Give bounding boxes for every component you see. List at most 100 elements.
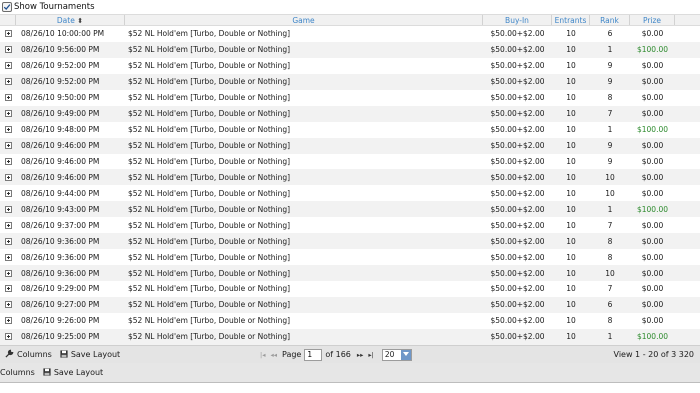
row-expander[interactable] — [0, 173, 16, 181]
save-layout-button[interactable]: Save Layout — [71, 350, 120, 359]
expand-plus-icon[interactable] — [5, 285, 12, 293]
cell-entrants: 10 — [566, 236, 576, 246]
cell-game: $52 NL Hold'em [Turbo, Double or Nothing… — [128, 61, 291, 71]
cell-date: 08/26/10 9:52:00 PM — [21, 61, 100, 71]
row-expander[interactable] — [0, 126, 16, 134]
table-row[interactable]: 08/26/10 9:36:00 PM $52 NL Hold'em [Turbo… — [0, 249, 700, 265]
expand-plus-icon[interactable] — [5, 269, 12, 277]
table-row[interactable]: 08/26/10 9:27:00 PM $52 NL Hold'em [Turbo… — [0, 296, 700, 313]
column-header-game[interactable]: Game — [125, 15, 483, 25]
cell-game: $52 NL Hold'em [Turbo, Double or Nothing… — [128, 45, 291, 55]
columns-button[interactable]: Columns — [17, 350, 52, 359]
expand-plus-icon[interactable] — [5, 221, 12, 229]
table-row[interactable]: 08/26/10 9:48:00 PM $52 NL Hold'em [Turbo… — [0, 122, 700, 138]
row-expander[interactable] — [0, 142, 16, 150]
next-page-icon[interactable]: ▸▸ — [357, 351, 364, 359]
expand-plus-icon[interactable] — [5, 333, 12, 341]
table-row[interactable]: 08/26/10 9:50:00 PM $52 NL Hold'em [Turbo… — [0, 90, 700, 106]
row-expander[interactable] — [0, 269, 16, 277]
table-row[interactable]: 08/26/10 9:49:00 PM $52 NL Hold'em [Turbo… — [0, 105, 700, 122]
row-expander[interactable] — [0, 189, 16, 197]
table-row[interactable]: 08/26/10 9:52:00 PM $52 NL Hold'em [Turbo… — [0, 73, 700, 90]
column-header-date[interactable]: Date ⬍ — [16, 15, 125, 25]
row-expander[interactable] — [0, 62, 16, 70]
table-row[interactable]: 08/26/10 9:46:00 PM $52 NL Hold'em [Turbo… — [0, 137, 700, 154]
prev-page-icon[interactable]: ◂◂ — [270, 351, 277, 359]
cell-rank: 6 — [607, 300, 613, 310]
expand-plus-icon[interactable] — [5, 237, 12, 245]
cell-buyin: $50.00+$2.00 — [490, 125, 545, 135]
expand-plus-icon[interactable] — [5, 46, 12, 54]
cell-prize: $0.00 — [641, 61, 664, 71]
expand-plus-icon[interactable] — [5, 301, 12, 309]
expand-plus-icon[interactable] — [5, 173, 12, 181]
grid-body: 08/26/10 10:00:00 PM $52 NL Hold'em [Turb… — [0, 26, 700, 345]
expand-plus-icon[interactable] — [5, 189, 12, 197]
row-expander[interactable] — [0, 317, 16, 325]
row-expander[interactable] — [0, 94, 16, 102]
cell-rank: 1 — [607, 125, 613, 135]
expand-plus-icon[interactable] — [5, 30, 12, 38]
chevron-down-icon[interactable] — [400, 349, 411, 360]
column-header-rank[interactable]: Rank — [590, 15, 630, 25]
cell-rank: 9 — [607, 156, 613, 166]
table-row[interactable]: 08/26/10 10:00:00 PM $52 NL Hold'em [Turb… — [0, 26, 700, 42]
expand-plus-icon[interactable] — [5, 78, 12, 86]
row-expander[interactable] — [0, 221, 16, 229]
grid-header: Date ⬍ Game Buy-In Entrants Rank Prize — [0, 14, 700, 26]
row-expander[interactable] — [0, 205, 16, 213]
table-row[interactable]: 08/26/10 9:43:00 PM $52 NL Hold'em [Turbo… — [0, 201, 700, 218]
row-expander[interactable] — [0, 253, 16, 261]
cell-entrants: 10 — [566, 109, 576, 119]
table-row[interactable]: 08/26/10 9:36:00 PM $52 NL Hold'em [Turbo… — [0, 265, 700, 281]
column-header-buyin[interactable]: Buy-In — [483, 15, 552, 25]
cell-prize: $0.00 — [641, 77, 664, 87]
expand-plus-icon[interactable] — [5, 142, 12, 150]
footer-toolbar: Columns Save Layout — [0, 363, 700, 383]
table-row[interactable]: 08/26/10 9:36:00 PM $52 NL Hold'em [Turbo… — [0, 233, 700, 250]
table-row[interactable]: 08/26/10 9:29:00 PM $52 NL Hold'em [Turbo… — [0, 281, 700, 297]
expand-plus-icon[interactable] — [5, 157, 12, 165]
expand-plus-icon[interactable] — [5, 317, 12, 325]
table-row[interactable]: 08/26/10 9:37:00 PM $52 NL Hold'em [Turbo… — [0, 217, 700, 233]
expand-plus-icon[interactable] — [5, 126, 12, 134]
table-row[interactable]: 08/26/10 9:46:00 PM $52 NL Hold'em [Turbo… — [0, 169, 700, 186]
row-expander[interactable] — [0, 285, 16, 293]
cell-buyin: $50.00+$2.00 — [490, 332, 545, 342]
show-tournaments-checkbox[interactable] — [2, 2, 12, 12]
table-row[interactable]: 08/26/10 9:56:00 PM $52 NL Hold'em [Turbo… — [0, 41, 700, 58]
page-number-input[interactable] — [304, 348, 323, 361]
footer-columns-button[interactable]: Columns — [0, 368, 35, 377]
expand-plus-icon[interactable] — [5, 62, 12, 70]
row-expander[interactable] — [0, 46, 16, 54]
expand-plus-icon[interactable] — [5, 110, 12, 118]
cell-date: 08/26/10 10:00:00 PM — [21, 29, 105, 39]
first-page-icon[interactable]: |◂ — [260, 351, 265, 359]
row-expander[interactable] — [0, 78, 16, 86]
expand-plus-icon[interactable] — [5, 94, 12, 102]
cell-buyin: $50.00+$2.00 — [490, 188, 545, 198]
expand-plus-icon[interactable] — [5, 205, 12, 213]
last-page-icon[interactable]: ▸| — [368, 351, 373, 359]
table-row[interactable]: 08/26/10 9:46:00 PM $52 NL Hold'em [Turbo… — [0, 154, 700, 170]
cell-buyin: $50.00+$2.00 — [490, 252, 545, 262]
cell-game: $52 NL Hold'em [Turbo, Double or Nothing… — [128, 316, 291, 326]
rows-per-page-select[interactable]: 20 — [381, 348, 412, 361]
row-expander[interactable] — [0, 110, 16, 118]
expand-plus-icon[interactable] — [5, 253, 12, 261]
table-row[interactable]: 08/26/10 9:44:00 PM $52 NL Hold'em [Turbo… — [0, 185, 700, 201]
cell-buyin: $50.00+$2.00 — [490, 268, 545, 278]
row-expander[interactable] — [0, 157, 16, 165]
row-expander[interactable] — [0, 30, 16, 38]
row-expander[interactable] — [0, 333, 16, 341]
column-header-entrants[interactable]: Entrants — [552, 15, 590, 25]
table-row[interactable]: 08/26/10 9:25:00 PM $52 NL Hold'em [Turbo… — [0, 328, 700, 345]
footer-save-layout-button[interactable]: Save Layout — [54, 368, 103, 377]
column-header-prize[interactable]: Prize — [630, 15, 675, 25]
show-tournaments-toggle[interactable]: Show Tournaments — [0, 0, 700, 14]
cell-prize: $0.00 — [641, 156, 664, 166]
row-expander[interactable] — [0, 301, 16, 309]
row-expander[interactable] — [0, 237, 16, 245]
table-row[interactable]: 08/26/10 9:26:00 PM $52 NL Hold'em [Turbo… — [0, 313, 700, 329]
table-row[interactable]: 08/26/10 9:52:00 PM $52 NL Hold'em [Turbo… — [0, 58, 700, 74]
